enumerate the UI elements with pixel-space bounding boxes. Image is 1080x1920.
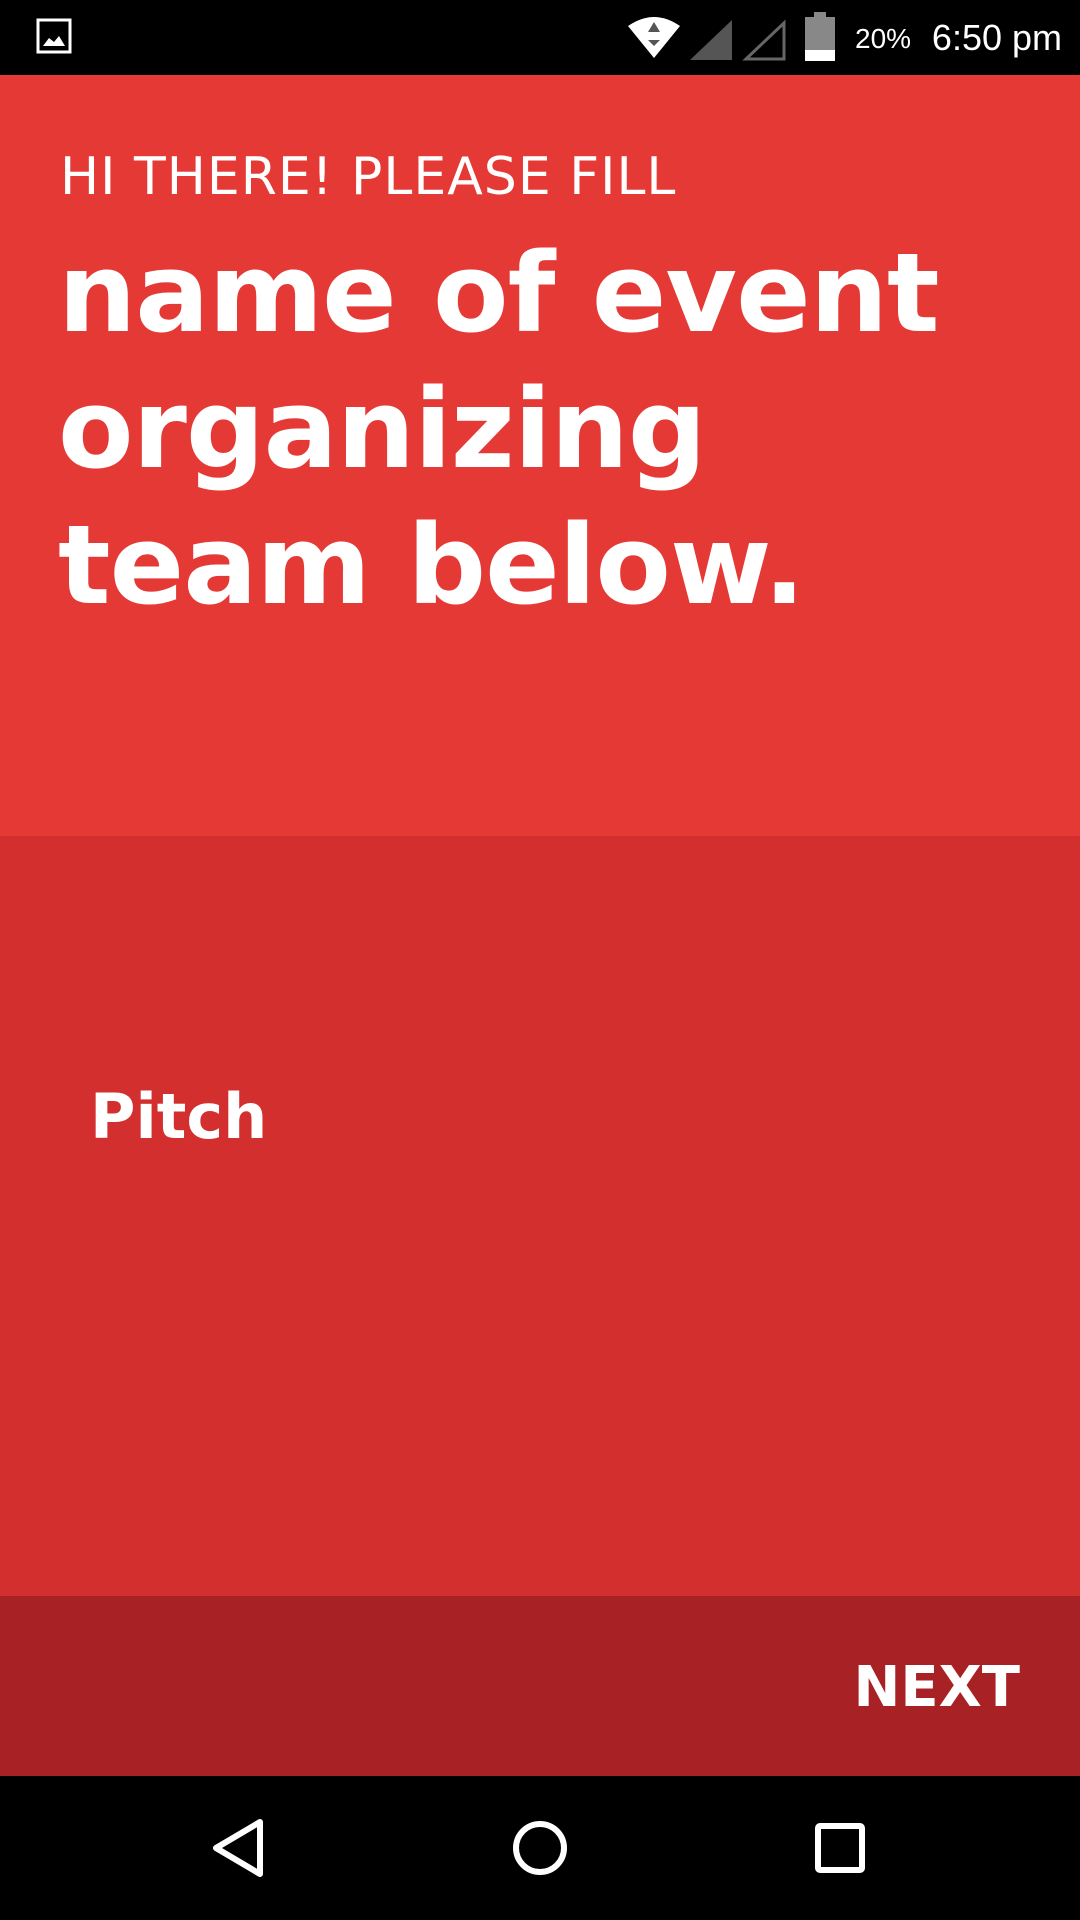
battery-percent: 20% [855,23,912,54]
status-bar: 20% 6:50 pm [0,0,1080,75]
signal-empty-icon [742,19,786,61]
wifi-icon [628,17,680,58]
signal-icon [690,20,732,60]
next-button[interactable]: NEXT [854,1654,1021,1722]
nav-bar [0,1776,1080,1920]
home-icon[interactable] [500,1808,580,1888]
back-icon[interactable] [200,1808,280,1888]
question-prefix: HI THERE! PLEASE FILL [60,147,677,207]
gallery-icon [36,18,72,54]
question-section: HI THERE! PLEASE FILL name of event orga… [0,75,1080,836]
answer-input[interactable] [90,1076,990,1156]
screen: 20% 6:50 pm HI THERE! PLEASE FILL name o… [0,0,1080,1920]
recents-icon[interactable] [800,1808,880,1888]
clock: 6:50 pm [931,17,1062,58]
question-title: name of event organizing team below. [58,229,940,629]
action-bar: NEXT [0,1596,1080,1776]
battery-icon [805,12,835,61]
answer-section[interactable] [0,836,1080,1596]
